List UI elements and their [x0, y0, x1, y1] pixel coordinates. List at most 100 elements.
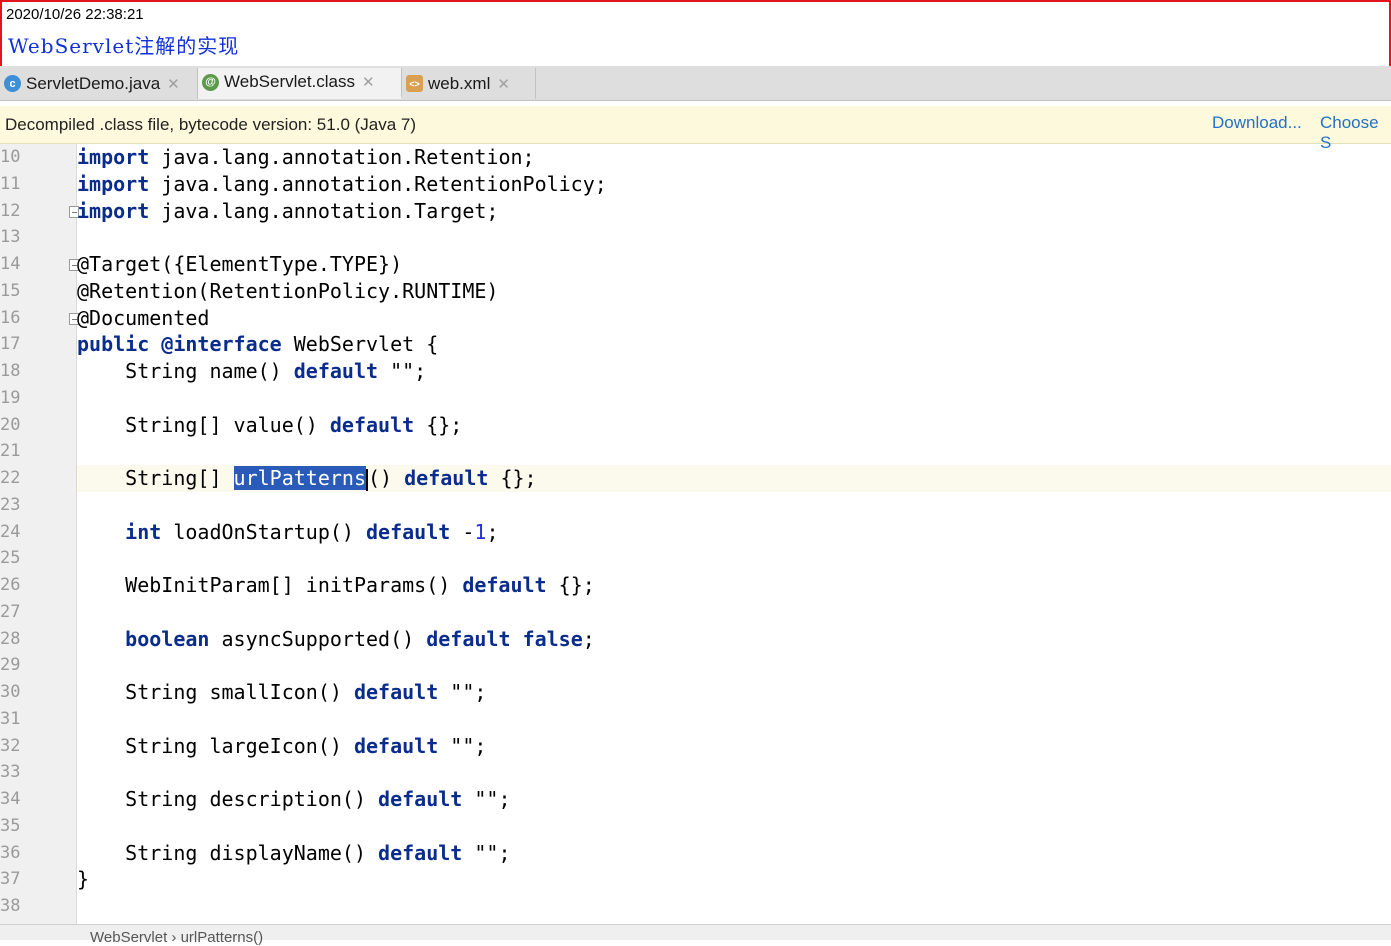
code-line[interactable]: String[] value() default {}; [77, 412, 1391, 439]
code-token: ""; [462, 840, 511, 865]
code-token: loadOnStartup() [161, 519, 366, 544]
banner-message: Decompiled .class file, bytecode version… [5, 115, 417, 134]
line-number: 18 [0, 361, 20, 381]
keyword: @interface [161, 332, 282, 357]
close-icon[interactable]: ✕ [497, 75, 510, 93]
tab-webservlet-class[interactable]: @ WebServlet.class ✕ [198, 68, 402, 99]
keyword: public [77, 332, 150, 357]
code-token: WebInitParam[] initParams() [77, 573, 463, 597]
code-token: {}; [546, 573, 595, 597]
line-number: 27 [0, 601, 20, 622]
editor-tab-bar: c ServletDemo.java ✕ @ WebServlet.class … [0, 66, 1391, 101]
download-link[interactable]: Download... [1212, 113, 1302, 133]
timestamp: 2020/10/26 22:38:21 [6, 6, 144, 23]
code-token: 1 [474, 519, 487, 544]
code-line[interactable]: import java.lang.annotation.Retention; [77, 144, 1391, 171]
code-line[interactable]: String largeIcon() default ""; [77, 733, 1391, 760]
line-number: 29 [0, 655, 20, 676]
code-line[interactable] [77, 652, 1391, 679]
code-token: ""; [378, 359, 427, 383]
code-line[interactable]: String smallIcon() default ""; [77, 679, 1391, 706]
keyword: import [77, 198, 150, 223]
code-line[interactable]: String displayName() default ""; [77, 840, 1391, 867]
keyword: boolean [125, 626, 210, 651]
code-line[interactable]: String[] urlPatterns() default {}; [77, 465, 1391, 492]
code-line[interactable] [77, 545, 1391, 572]
code-line[interactable] [77, 706, 1391, 733]
close-icon[interactable]: ✕ [362, 73, 375, 91]
line-number: 23 [0, 494, 20, 515]
code-line[interactable]: import java.lang.annotation.RetentionPol… [77, 171, 1391, 198]
keyword: default [378, 787, 463, 811]
code-line[interactable]: String name() default ""; [77, 358, 1391, 385]
close-icon[interactable]: ✕ [167, 75, 180, 93]
code-token: @Target({ElementType.TYPE}) [77, 252, 403, 276]
code-line[interactable]: boolean asyncSupported() default false; [77, 626, 1391, 653]
line-number: 28 [0, 628, 20, 649]
code-token: java.lang.annotation.Retention; [149, 145, 535, 169]
code-editor[interactable]: import java.lang.annotation.Retention; im… [77, 144, 1391, 924]
code-token: ""; [462, 787, 511, 811]
code-line[interactable]: String description() default ""; [77, 786, 1391, 813]
line-number: 14 [0, 254, 20, 274]
keyword: false [522, 626, 583, 651]
code-line[interactable] [77, 813, 1391, 840]
keyword: import [77, 145, 150, 169]
code-line[interactable] [77, 438, 1391, 465]
class-c-icon: c [4, 75, 21, 92]
code-line[interactable]: @Retention(RetentionPolicy.RUNTIME) [77, 278, 1391, 305]
code-token: @Documented [77, 305, 210, 330]
code-line[interactable]: int loadOnStartup() default -1; [77, 519, 1391, 546]
keyword: default [329, 412, 415, 437]
code-token: ""; [438, 680, 487, 704]
keyword: int [125, 519, 162, 544]
code-token: String[] [77, 466, 234, 490]
tab-label: web.xml [428, 73, 491, 93]
code-token: {}; [488, 466, 537, 490]
line-number: 32 [0, 735, 20, 756]
annotation-icon: @ [202, 73, 219, 91]
code-token: String description() [77, 787, 379, 811]
code-token: } [77, 867, 90, 892]
line-number: 31 [0, 708, 20, 729]
keyword: default [293, 359, 379, 383]
line-number: 16 [0, 307, 20, 328]
code-token: WebServlet { [281, 332, 439, 357]
line-number: 38 [0, 896, 20, 916]
code-line[interactable]: public @interface WebServlet { [77, 331, 1391, 358]
code-line[interactable]: WebInitParam[] initParams() default {}; [77, 572, 1391, 599]
keyword: default [404, 466, 489, 490]
xml-file-icon: <> [406, 75, 423, 92]
code-line[interactable] [77, 893, 1391, 920]
code-line[interactable] [77, 599, 1391, 626]
line-number: 34 [0, 789, 20, 809]
line-number: 17 [0, 334, 20, 355]
code-line[interactable] [77, 224, 1391, 251]
line-number: 21 [0, 441, 20, 462]
line-number: 20 [0, 414, 20, 435]
line-number: 30 [0, 682, 20, 702]
tab-servletdemo-java[interactable]: c ServletDemo.java ✕ [0, 68, 198, 99]
keyword: default [462, 573, 547, 597]
code-line[interactable]: } [77, 866, 1391, 893]
line-number: 26 [0, 575, 20, 595]
code-line[interactable]: @Documented [77, 305, 1391, 332]
code-line[interactable] [77, 385, 1391, 412]
code-line[interactable] [77, 759, 1391, 786]
selected-text: urlPatterns [233, 466, 366, 490]
code-token: String[] value() [77, 412, 330, 437]
line-number: 36 [0, 842, 20, 863]
code-token: String name() [77, 359, 294, 383]
line-number: 33 [0, 762, 20, 783]
code-line[interactable]: import java.lang.annotation.Target; [77, 198, 1391, 225]
line-number: 35 [0, 815, 20, 836]
code-token: asyncSupported() [209, 626, 427, 651]
line-number: 12 [0, 200, 20, 221]
tab-web-xml[interactable]: <> web.xml ✕ [402, 68, 536, 99]
line-number: 13 [0, 227, 20, 248]
code-line[interactable]: @Target({ElementType.TYPE}) [77, 251, 1391, 278]
code-token: java.lang.annotation.RetentionPolicy; [149, 171, 607, 196]
code-line[interactable] [77, 492, 1391, 519]
